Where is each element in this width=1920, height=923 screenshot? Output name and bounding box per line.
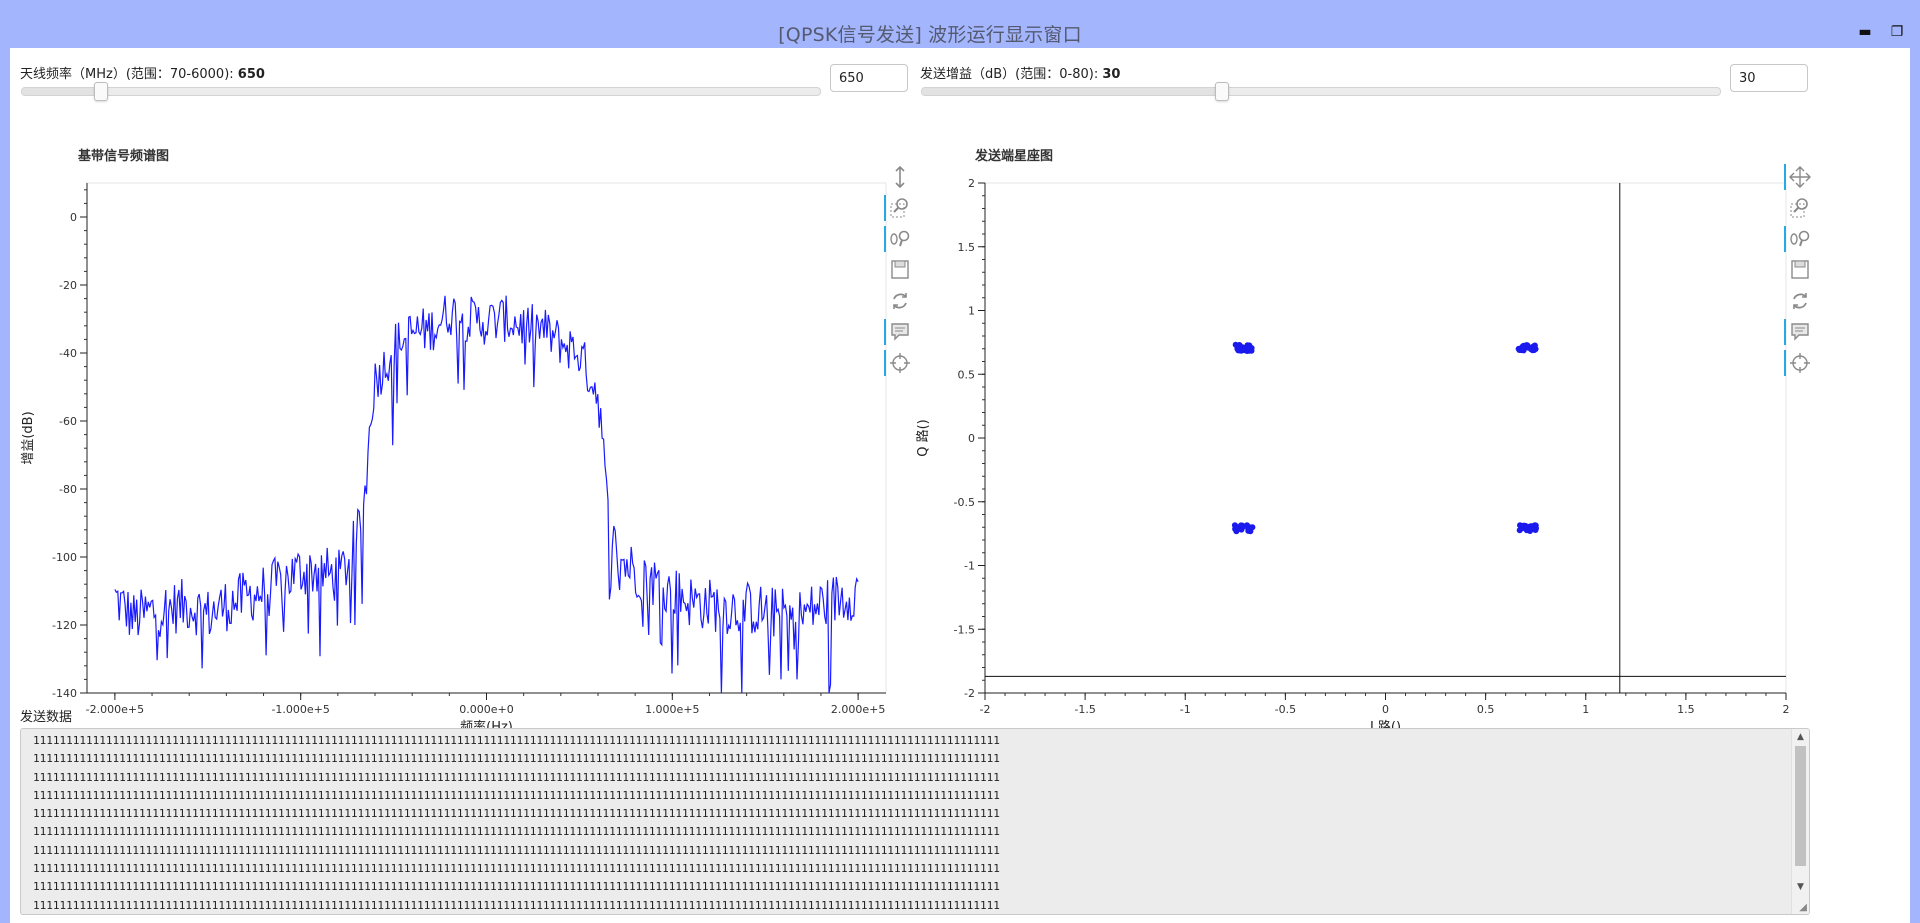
spectrum-x-tick-label: -2.000e+5 xyxy=(86,703,144,716)
spectrum-x-tick-label: 2.000e+5 xyxy=(831,703,885,716)
spectrum-y-tick-label: -80 xyxy=(59,483,77,496)
constellation-y-tick-label: 1 xyxy=(968,305,975,318)
data-line: 1111111111111111111111111111111111111111… xyxy=(33,752,1000,766)
constellation-point xyxy=(1246,347,1253,354)
pan-icon[interactable] xyxy=(1784,164,1817,190)
data-line: 1111111111111111111111111111111111111111… xyxy=(33,807,1000,821)
vertical-scrollbar[interactable]: ▲ ▼ xyxy=(1791,729,1809,914)
reset-icon[interactable] xyxy=(1787,288,1817,314)
minimize-button[interactable]: ▬ xyxy=(1855,22,1875,42)
data-line: 1111111111111111111111111111111111111111… xyxy=(33,734,1000,747)
gain-input[interactable] xyxy=(1730,64,1808,92)
constellation-y-tick-label: -0.5 xyxy=(954,496,975,509)
spectrum-x-tick-label: 0.000e+0 xyxy=(459,703,513,716)
constellation-y-tick-label: -1.5 xyxy=(954,623,975,636)
constellation-y-tick-label: -2 xyxy=(964,687,975,700)
frequency-label: 天线频率（MHz）(范围：70-6000): 650 xyxy=(20,63,265,82)
crosshair-icon[interactable] xyxy=(1784,350,1817,376)
data-line: 1111111111111111111111111111111111111111… xyxy=(33,825,1000,839)
constellation-x-tick-label: -2 xyxy=(980,703,991,716)
spectrum-y-tick-label: -20 xyxy=(59,279,77,292)
data-line: 1111111111111111111111111111111111111111… xyxy=(33,843,1000,857)
constellation-y-tick-label: 2 xyxy=(968,177,975,190)
constellation-y-tick-label: 1.5 xyxy=(958,241,976,254)
spectrum-y-label: 增益(dB) xyxy=(21,411,36,464)
constellation-x-tick-label: -0.5 xyxy=(1275,703,1296,716)
spectrum-y-tick-label: 0 xyxy=(70,211,77,224)
constellation-x-tick-label: -1.5 xyxy=(1074,703,1095,716)
maximize-button[interactable]: ❐ xyxy=(1887,22,1907,42)
gain-label: 发送增益（dB）(范围：0-80): 30 xyxy=(920,63,1120,82)
data-line: 1111111111111111111111111111111111111111… xyxy=(33,788,1000,802)
data-line: 1111111111111111111111111111111111111111… xyxy=(33,898,1000,912)
box-zoom-icon[interactable] xyxy=(1787,195,1817,221)
constellation-point xyxy=(1245,525,1252,532)
spectrum-chart[interactable]: 0 -20 -40 -60 -80 -100 -120 -140 -2.000e+5 -1.000… xyxy=(10,148,890,748)
constellation-y-tick-label: 0.5 xyxy=(958,368,976,381)
constellation-point xyxy=(1527,523,1534,530)
frequency-slider[interactable] xyxy=(21,82,821,101)
data-panel-label: 发送数据 xyxy=(20,710,73,725)
constellation-y-tick-label: -1 xyxy=(964,560,975,573)
save-icon[interactable] xyxy=(1787,257,1817,283)
spectrum-y-tick-label: -120 xyxy=(52,619,77,632)
frequency-input[interactable] xyxy=(830,64,908,92)
wheel-zoom-icon[interactable] xyxy=(1784,226,1817,252)
constellation-point xyxy=(1528,346,1534,353)
constellation-x-tick-label: -1 xyxy=(1180,703,1191,716)
gain-slider[interactable] xyxy=(921,82,1721,101)
frequency-slider-fill xyxy=(22,88,101,95)
spectrum-y-tick-label: -100 xyxy=(52,551,77,564)
resize-grip-icon[interactable]: ◢ xyxy=(1799,902,1807,913)
scroll-down-icon[interactable]: ▼ xyxy=(1792,879,1809,895)
data-line: 1111111111111111111111111111111111111111… xyxy=(33,770,1000,784)
gain-slider-handle[interactable] xyxy=(1215,82,1230,101)
window-title: [QPSK信号发送] 波形运行显示窗口 xyxy=(778,24,1082,46)
constellation-chart[interactable]: 2 1.5 1 0.5 0 -0.5 -1 -1.5 -2 -2 -1.5 -1 -0.5 0 0.5 1 1.… xyxy=(905,148,1805,748)
constellation-x-tick-label: 0 xyxy=(1382,703,1389,716)
gain-label-text: 发送增益（dB）(范围：0-80): xyxy=(920,67,1103,82)
constellation-point xyxy=(1246,342,1253,349)
gain-slider-fill xyxy=(922,88,1222,95)
spectrum-y-tick-label: -40 xyxy=(59,347,77,360)
constellation-plot-area xyxy=(984,182,1787,694)
spectrum-x-tick-label: -1.000e+5 xyxy=(271,703,329,716)
constellation-x-tick-label: 1 xyxy=(1582,703,1589,716)
data-line: 1111111111111111111111111111111111111111… xyxy=(33,880,1000,894)
constellation-y-tick-label: 0 xyxy=(968,432,975,445)
constellation-point xyxy=(1517,522,1523,529)
spectrum-y-tick-label: -60 xyxy=(59,415,77,428)
constellation-point xyxy=(1522,522,1529,529)
data-lines: 1111111111111111111111111111111111111111… xyxy=(33,732,1783,914)
constellation-point xyxy=(1532,527,1539,533)
constellation-x-tick-label: 0.5 xyxy=(1477,703,1495,716)
constellation-y-label: Q 路() xyxy=(915,419,931,457)
frequency-label-text: 天线频率（MHz）(范围：70-6000): xyxy=(20,67,238,82)
frequency-slider-handle[interactable] xyxy=(94,82,109,101)
constellation-point xyxy=(1233,525,1240,532)
constellation-point xyxy=(1520,342,1527,349)
frequency-value-text: 650 xyxy=(237,67,265,82)
spectrum-plot-area xyxy=(86,182,887,694)
gain-value-text: 30 xyxy=(1102,67,1121,82)
spectrum-y-tick-label: -140 xyxy=(52,687,77,700)
scroll-thumb[interactable] xyxy=(1795,746,1806,866)
main-content: 天线频率（MHz）(范围：70-6000): 650 发送增益（dB）(范围：0… xyxy=(10,48,1910,923)
scroll-up-icon[interactable]: ▲ xyxy=(1792,729,1809,745)
data-line: 1111111111111111111111111111111111111111… xyxy=(33,862,1000,876)
constellation-x-tick-label: 2 xyxy=(1783,703,1790,716)
constellation-x-tick-label: 1.5 xyxy=(1677,703,1695,716)
title-bar: [QPSK信号发送] 波形运行显示窗口 ▬ ❐ xyxy=(0,0,1920,48)
spectrum-x-tick-label: 1.000e+5 xyxy=(645,703,699,716)
data-textarea[interactable]: 1111111111111111111111111111111111111111… xyxy=(20,728,1810,915)
hover-icon[interactable] xyxy=(1784,319,1817,345)
